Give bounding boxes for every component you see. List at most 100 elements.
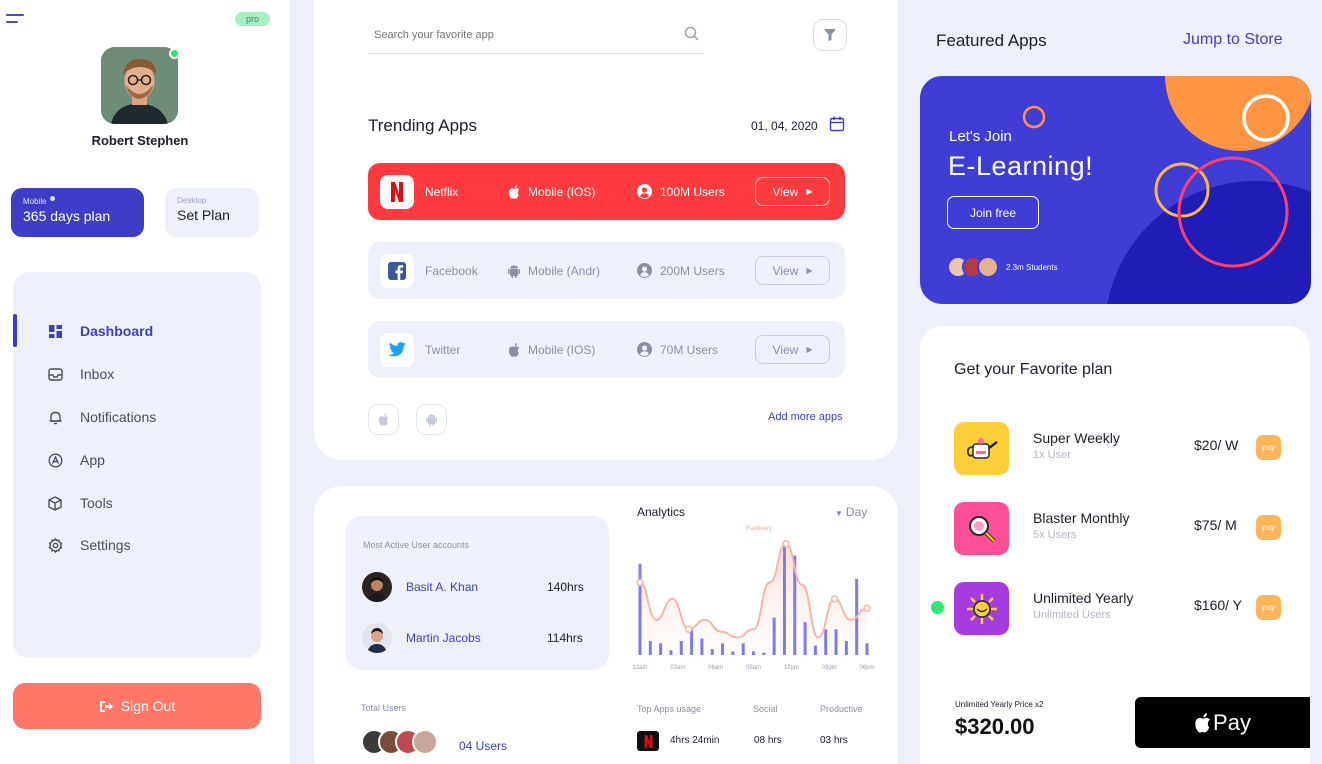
app-row-twitter[interactable]: Twitter Mobile (IOS) 70M Users View ▶: [368, 321, 845, 378]
usage-header: Top Apps usage: [637, 704, 702, 714]
inbox-icon: [47, 366, 63, 382]
person-hours: 114hrs: [547, 631, 583, 645]
sidebar-item-settings[interactable]: Settings: [47, 534, 131, 556]
trending-card: [314, 0, 898, 460]
students-count: 2.3m Students: [1006, 262, 1058, 272]
calendar-icon[interactable]: [829, 116, 845, 132]
sidebar-item-notifications[interactable]: Notifications: [47, 406, 156, 428]
sidebar-item-label: Inbox: [80, 366, 115, 382]
sidebar-item-dashboard[interactable]: Dashboard: [47, 320, 153, 342]
promo-banner[interactable]: Let's Join E-Learning! Join free 2.3m St…: [920, 76, 1311, 304]
chart-point: [782, 540, 790, 548]
app-name: Facebook: [425, 263, 478, 278]
analytics-range-label: Day: [845, 505, 868, 519]
plan-name: Blaster Monthly: [1033, 510, 1130, 526]
person-name: Basit A. Khan: [406, 580, 479, 594]
sun-icon: [954, 582, 1009, 635]
gear-icon: [47, 537, 63, 553]
user-icon: [637, 184, 652, 199]
pay-button[interactable]: pay: [1256, 595, 1281, 620]
view-button[interactable]: View ▶: [755, 335, 830, 364]
apple-icon: [508, 342, 520, 357]
total-users-value: 04 Users: [459, 739, 508, 753]
apple-icon: [508, 184, 520, 199]
plan-price: $160/ Y: [1194, 597, 1243, 613]
app-users: 70M Users: [637, 342, 718, 357]
pay-button[interactable]: pay: [1256, 515, 1281, 540]
filter-button[interactable]: [813, 19, 847, 51]
chart-bar: [824, 629, 828, 655]
trending-date: 01, 04, 2020: [751, 119, 818, 133]
avatar-stack[interactable]: [361, 729, 438, 755]
chart-bar: [844, 640, 848, 655]
avatar: [412, 729, 438, 755]
price-label: Unlimited Yearly Price x2: [955, 700, 1044, 709]
chart-point: [863, 604, 871, 612]
view-button[interactable]: View ▶: [755, 177, 830, 206]
plan-card-mobile[interactable]: Mobile 365 days plan: [11, 188, 144, 237]
join-free-button[interactable]: Join free: [947, 196, 1039, 229]
sidebar-item-label: Tools: [80, 495, 113, 511]
price-total: $320.00: [955, 714, 1035, 739]
chart-bar: [782, 543, 786, 655]
plan-row-super-weekly[interactable]: Super Weekly 1x User $20/ W pay: [954, 422, 1284, 477]
pay-button[interactable]: pay: [1256, 435, 1281, 460]
app-users: 200M Users: [637, 263, 725, 278]
play-arrow-icon: ▶: [806, 187, 813, 196]
plan-card-desktop[interactable]: Desktop Set Plan: [165, 188, 259, 237]
plan-price: $20/ W: [1194, 437, 1239, 453]
ios-filter-button[interactable]: [368, 404, 399, 435]
plan-card-value: Set Plan: [177, 207, 230, 223]
sidebar-item-label: App: [80, 452, 105, 468]
app-platform-label: Mobile (Andr): [528, 263, 601, 278]
chart-bar: [710, 649, 714, 655]
watering-can-icon: [954, 422, 1009, 475]
add-more-apps-link[interactable]: Add more apps: [768, 411, 843, 423]
app-row-facebook[interactable]: Facebook Mobile (Andr) 200M Users View ▶: [368, 242, 845, 299]
selected-plan-indicator: [931, 601, 944, 614]
app-platform: Mobile (IOS): [508, 342, 595, 357]
search-input[interactable]: [368, 22, 668, 48]
list-item[interactable]: Martin Jacobs 114hrs: [362, 623, 583, 653]
app-platform-label: Mobile (IOS): [528, 184, 596, 199]
sidebar-item-tools[interactable]: Tools: [47, 492, 113, 514]
sidebar-item-inbox[interactable]: Inbox: [47, 363, 114, 385]
chart-tick-label: 03am: [670, 665, 685, 671]
usage-value: 4hrs 24min: [670, 735, 720, 746]
chart-tick-label: 12pm: [784, 665, 799, 671]
chart-tick-label: 03pm: [822, 665, 837, 671]
search-icon[interactable]: [684, 26, 700, 42]
list-item[interactable]: Basit A. Khan 140hrs: [362, 572, 584, 602]
plan-row-blaster-monthly[interactable]: Blaster Monthly 5x Users $75/ M pay: [954, 502, 1284, 557]
app-name: Twitter: [425, 342, 461, 357]
nav-active-indicator: [13, 314, 17, 347]
chart-bar: [865, 643, 869, 655]
person-name: Martin Jacobs: [406, 631, 481, 645]
apple-pay-button[interactable]: Pay: [1135, 697, 1310, 748]
avatar[interactable]: [101, 47, 178, 124]
app-users: 100M Users: [637, 184, 725, 199]
view-button[interactable]: View ▶: [755, 256, 830, 285]
promo-title: E-Learning!: [948, 151, 1094, 181]
view-button-label: View: [772, 342, 799, 357]
app-row-netflix[interactable]: Netflix Mobile (IOS) 100M Users View ▶: [368, 163, 845, 220]
android-filter-button[interactable]: [416, 404, 447, 435]
chart-bar: [813, 645, 817, 655]
plan-row-unlimited-yearly[interactable]: Unlimited Yearly Unlimited Users $160/ Y…: [954, 582, 1284, 637]
analytics-title: Analytics: [637, 505, 686, 519]
plan-name: Unlimited Yearly: [1033, 590, 1134, 606]
chart-bar: [700, 638, 704, 655]
usage-header: Productive: [820, 704, 863, 714]
user-icon: [637, 342, 652, 357]
avatar: [362, 623, 392, 653]
jump-to-store-link[interactable]: Jump to Store: [1183, 31, 1283, 49]
chart-point: [636, 578, 644, 587]
sidebar-item-app[interactable]: App: [47, 449, 105, 471]
menu-toggle-icon[interactable]: [6, 14, 26, 26]
bell-icon: [47, 409, 63, 425]
chart-bar: [731, 651, 735, 655]
plan-users: 5x Users: [1033, 529, 1077, 541]
plan-price: $75/ M: [1194, 517, 1237, 533]
analytics-range-dropdown[interactable]: ▼ Day: [835, 505, 867, 519]
sign-out-button[interactable]: Sign Out: [13, 683, 261, 729]
